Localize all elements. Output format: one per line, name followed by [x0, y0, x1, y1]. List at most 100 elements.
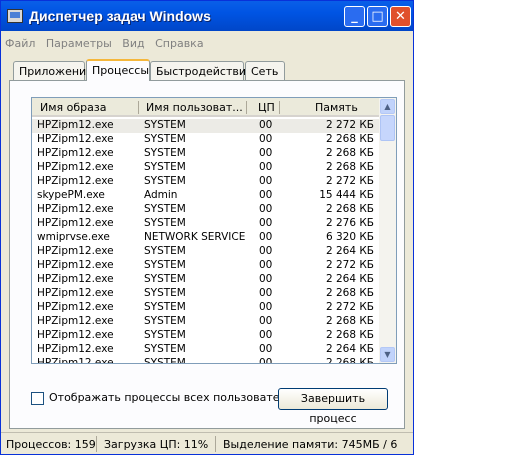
process-memory: 2 276 КБ — [325, 217, 374, 229]
process-user: SYSTEM — [144, 147, 186, 159]
table-row[interactable]: HPZipm12.exe SYSTEM 00 2 268 КБ — [32, 133, 379, 147]
column-image-name[interactable]: Имя образа — [40, 101, 106, 114]
process-user: Admin — [144, 189, 178, 201]
process-cpu: 00 — [259, 119, 273, 131]
column-user-name[interactable]: Имя пользоват... — [146, 101, 243, 114]
process-user: SYSTEM — [144, 259, 186, 271]
status-cpu-usage: Загрузка ЦП: 11% — [104, 438, 209, 451]
process-memory: 2 268 КБ — [325, 161, 374, 173]
table-row[interactable]: HPZipm12.exe SYSTEM 00 2 272 КБ — [32, 301, 379, 315]
process-user: SYSTEM — [144, 273, 186, 285]
maximize-icon[interactable]: □ — [367, 6, 388, 27]
status-divider — [96, 436, 97, 452]
table-row[interactable]: HPZipm12.exe SYSTEM 00 2 268 КБ — [32, 315, 379, 329]
end-process-button[interactable]: Завершить процесс — [278, 388, 388, 425]
table-row[interactable]: HPZipm12.exe SYSTEM 00 2 264 КБ — [32, 273, 379, 287]
process-name: HPZipm12.exe — [37, 119, 114, 131]
menu-bar: Файл Параметры Вид Справка — [5, 37, 211, 53]
status-memory: Выделение памяти: 745МБ / 6 — [223, 438, 398, 451]
process-user: SYSTEM — [144, 315, 186, 327]
process-user: SYSTEM — [144, 203, 186, 215]
process-user: SYSTEM — [144, 343, 186, 355]
process-user: SYSTEM — [144, 287, 186, 299]
process-cpu: 00 — [259, 301, 273, 313]
process-cpu: 00 — [259, 161, 273, 173]
table-row[interactable]: HPZipm12.exe SYSTEM 00 2 268 КБ — [32, 147, 379, 161]
process-cpu: 00 — [259, 357, 273, 364]
process-name: HPZipm12.exe — [37, 147, 114, 159]
column-divider[interactable] — [246, 101, 247, 114]
process-memory: 15 444 КБ — [319, 189, 374, 201]
table-row[interactable]: HPZipm12.exe SYSTEM 00 2 264 КБ — [32, 343, 379, 357]
table-row[interactable]: HPZipm12.exe SYSTEM 00 2 272 КБ — [32, 175, 379, 189]
status-divider — [215, 436, 216, 452]
task-manager-icon — [7, 9, 23, 23]
process-name: HPZipm12.exe — [37, 245, 114, 257]
table-row[interactable]: HPZipm12.exe SYSTEM 00 2 268 КБ — [32, 287, 379, 301]
table-row[interactable]: wmiprvse.exe NETWORK SERVICE 00 6 320 КБ — [32, 231, 379, 245]
menu-view[interactable]: Вид — [122, 37, 144, 50]
process-memory: 2 264 КБ — [325, 273, 374, 285]
process-name: HPZipm12.exe — [37, 259, 114, 271]
table-row[interactable]: HPZipm12.exe SYSTEM 00 2 276 КБ — [32, 217, 379, 231]
table-row[interactable]: HPZipm12.exe SYSTEM 00 2 268 КБ — [32, 203, 379, 217]
process-user: SYSTEM — [144, 133, 186, 145]
arrow-down-icon[interactable]: ▼ — [380, 347, 395, 362]
list-header: Имя образа Имя пользоват... ЦП Память — [32, 98, 379, 117]
process-cpu: 00 — [259, 287, 273, 299]
process-name: HPZipm12.exe — [37, 203, 114, 215]
process-user: SYSTEM — [144, 329, 186, 341]
process-cpu: 00 — [259, 329, 273, 341]
status-bar: Процессов: 159 Загрузка ЦП: 11% Выделени… — [1, 432, 413, 456]
process-memory: 2 268 КБ — [325, 203, 374, 215]
process-cpu: 00 — [259, 245, 273, 257]
table-row[interactable]: HPZipm12.exe SYSTEM 00 2 264 КБ — [32, 245, 379, 259]
window-title: Диспетчер задач Windows — [29, 8, 211, 24]
tab-applications[interactable]: Приложения — [13, 61, 93, 81]
process-user: NETWORK SERVICE — [144, 231, 246, 243]
minimize-icon[interactable]: _ — [344, 6, 365, 27]
table-row[interactable]: HPZipm12.exe SYSTEM 00 2 268 КБ — [32, 357, 379, 364]
vertical-scrollbar[interactable]: ▲ ▼ — [379, 98, 396, 363]
process-cpu: 00 — [259, 343, 273, 355]
process-user: SYSTEM — [144, 357, 186, 364]
column-memory[interactable]: Память — [315, 101, 358, 114]
scroll-thumb[interactable] — [380, 115, 395, 141]
process-memory: 2 268 КБ — [325, 287, 374, 299]
process-memory: 2 268 КБ — [325, 147, 374, 159]
process-name: HPZipm12.exe — [37, 301, 114, 313]
process-cpu: 00 — [259, 189, 273, 201]
table-row[interactable]: HPZipm12.exe SYSTEM 00 2 272 КБ — [32, 259, 379, 273]
process-memory: 2 264 КБ — [325, 245, 374, 257]
show-all-checkbox[interactable] — [31, 391, 44, 405]
table-row[interactable]: HPZipm12.exe SYSTEM 00 2 272 КБ — [32, 119, 379, 133]
tab-network[interactable]: Сеть — [245, 61, 285, 81]
menu-options[interactable]: Параметры — [46, 37, 112, 50]
tab-performance[interactable]: Быстродействие — [150, 61, 253, 81]
menu-help[interactable]: Справка — [155, 37, 203, 50]
process-name: HPZipm12.exe — [37, 273, 114, 285]
close-icon[interactable]: ✕ — [390, 6, 411, 27]
arrow-up-icon[interactable]: ▲ — [380, 99, 395, 114]
show-all-label: Отображать процессы всех пользователей — [49, 391, 301, 404]
table-row[interactable]: HPZipm12.exe SYSTEM 00 2 268 КБ — [32, 329, 379, 343]
table-row[interactable]: skypePM.exe Admin 00 15 444 КБ — [32, 189, 379, 203]
process-user: SYSTEM — [144, 161, 186, 173]
table-row[interactable]: HPZipm12.exe SYSTEM 00 2 268 КБ — [32, 161, 379, 175]
process-cpu: 00 — [259, 315, 273, 327]
process-name: HPZipm12.exe — [37, 315, 114, 327]
column-cpu[interactable]: ЦП — [258, 101, 275, 114]
tab-processes[interactable]: Процессы — [86, 59, 150, 81]
process-memory: 2 272 КБ — [325, 175, 374, 187]
column-divider[interactable] — [138, 101, 139, 114]
process-list[interactable]: Имя образа Имя пользоват... ЦП Память HP… — [31, 97, 397, 364]
process-cpu: 00 — [259, 273, 273, 285]
menu-file[interactable]: Файл — [5, 37, 35, 50]
process-name: HPZipm12.exe — [37, 287, 114, 299]
processes-panel: Имя образа Имя пользоват... ЦП Память HP… — [9, 80, 405, 429]
column-divider[interactable] — [279, 101, 280, 114]
process-memory: 2 272 КБ — [325, 301, 374, 313]
title-bar[interactable]: Диспетчер задач Windows _ □ ✕ — [1, 1, 413, 31]
show-all-processes-option[interactable]: Отображать процессы всех пользователей — [31, 391, 300, 405]
process-memory: 2 268 КБ — [325, 315, 374, 327]
